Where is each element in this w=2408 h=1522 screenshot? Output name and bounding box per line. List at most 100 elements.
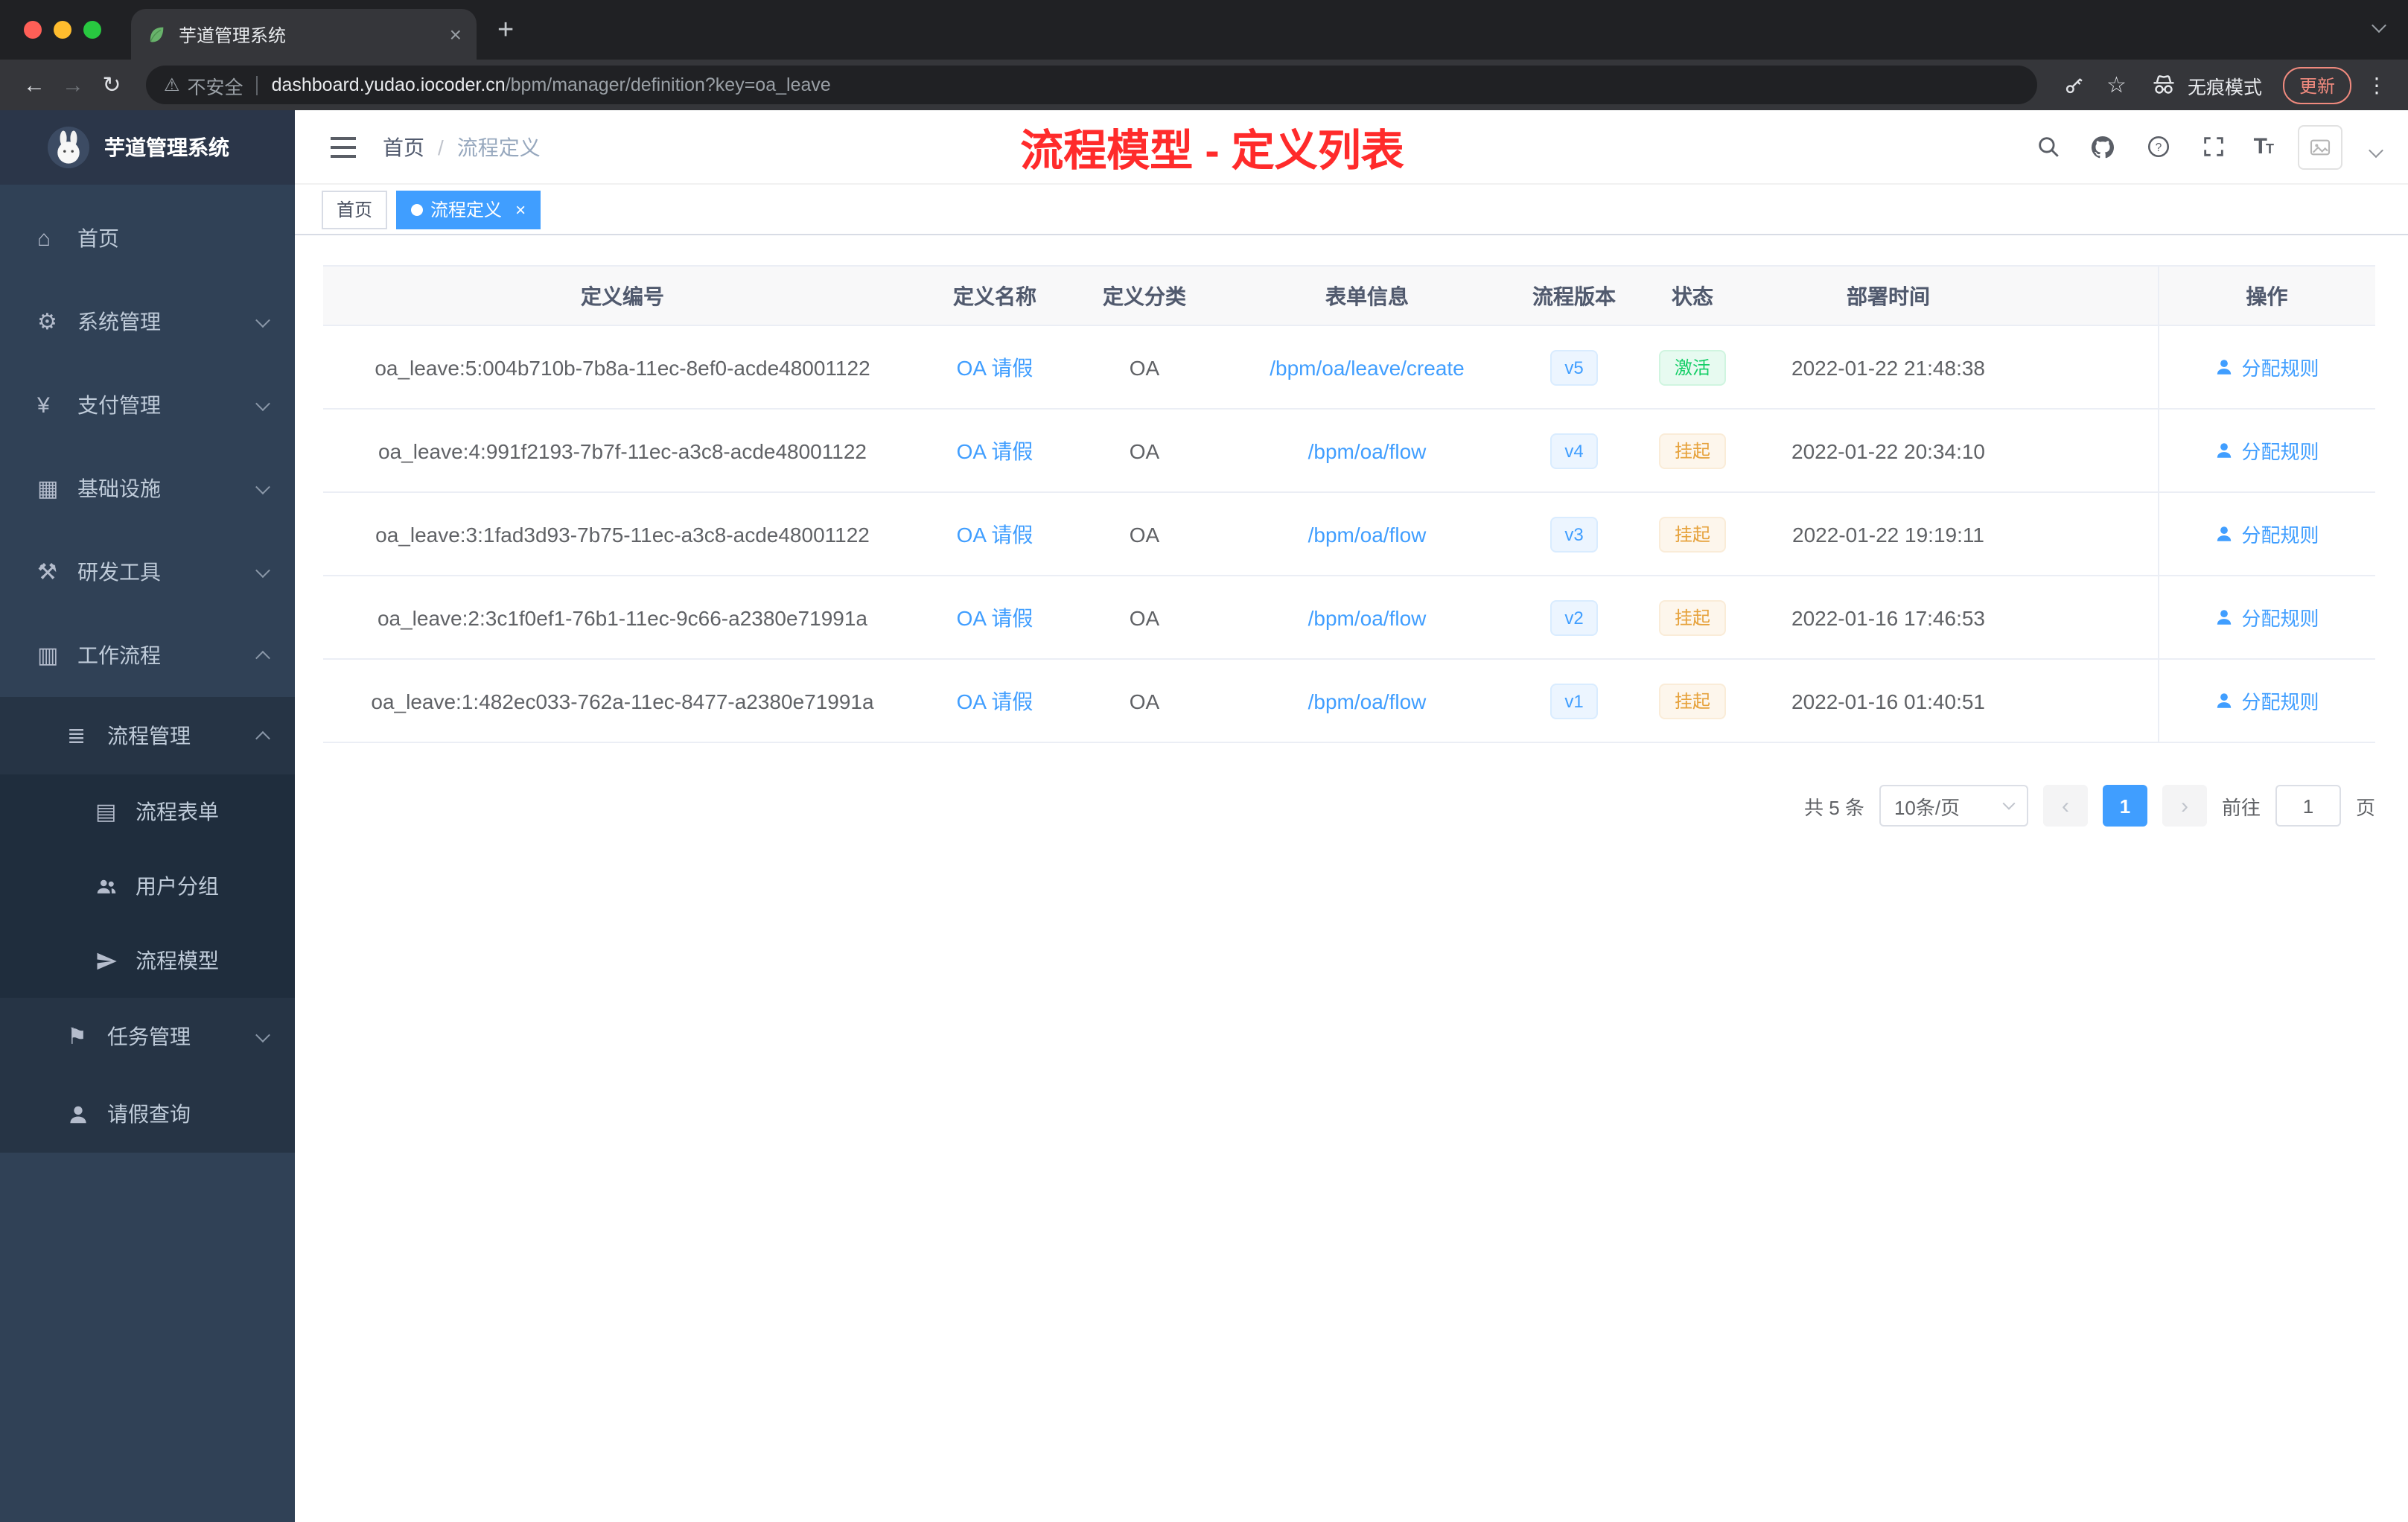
tags-view: 首页 流程定义 × xyxy=(295,185,2408,235)
browser-menu-icon[interactable]: ⋮ xyxy=(2366,72,2387,98)
pagination: 共 5 条 10条/页 ‹ 1 › 前往 页 xyxy=(323,785,2375,827)
sidebar-item-process-management[interactable]: ≣ 流程管理 xyxy=(0,697,295,774)
chevron-down-icon xyxy=(2002,797,2016,810)
sidebar-item-task-management[interactable]: ⚑ 任务管理 xyxy=(0,998,295,1075)
security-label[interactable]: 不安全 xyxy=(188,71,243,99)
column-form: 表单信息 xyxy=(1221,265,1513,326)
assign-rule-button[interactable]: 分配规则 xyxy=(2214,353,2319,381)
breadcrumb-separator: / xyxy=(438,135,444,159)
sidebar-item-home[interactable]: ⌂ 首页 xyxy=(0,197,295,280)
assign-rule-button[interactable]: 分配规则 xyxy=(2214,436,2319,465)
back-button[interactable]: ← xyxy=(15,74,54,96)
tab-search-chevron-icon[interactable] xyxy=(2372,18,2386,34)
cell-id: oa_leave:2:3c1f0ef1-76b1-11ec-9c66-a2380… xyxy=(323,576,922,660)
tag-close-icon[interactable]: × xyxy=(515,200,526,218)
fullscreen-icon[interactable] xyxy=(2199,132,2229,162)
form-link[interactable]: /bpm/oa/leave/create xyxy=(1270,355,1465,379)
sidebar-logo-row[interactable]: 芋道管理系统 xyxy=(0,110,295,185)
avatar[interactable] xyxy=(2298,124,2342,169)
sidebar-menu: ⌂ 首页 ⚙ 系统管理 ¥ 支付管理 ▦ 基础设施 ⚒ 研发工具 ▥ 工作流程 … xyxy=(0,185,295,1153)
navbar-actions: ? TT xyxy=(2033,124,2383,169)
status-badge: 挂起 xyxy=(1659,599,1725,635)
definition-name-link[interactable]: OA 请假 xyxy=(957,439,1033,462)
breadcrumb-current: 流程定义 xyxy=(456,135,541,159)
browser-toolbar: ← → ↻ ⚠ 不安全 dashboard.yudao.iocoder.cn/b… xyxy=(0,60,2408,110)
table-row: oa_leave:3:1fad3d93-7b75-11ec-a3c8-acde4… xyxy=(323,492,2375,576)
sidebar-item-user-group[interactable]: 用户分组 xyxy=(0,849,295,923)
server-icon: ▦ xyxy=(37,477,59,502)
help-icon[interactable]: ? xyxy=(2144,132,2173,162)
version-badge[interactable]: v1 xyxy=(1549,683,1599,719)
assign-rule-button[interactable]: 分配规则 xyxy=(2214,520,2319,548)
window-controls xyxy=(12,21,113,39)
status-badge: 激活 xyxy=(1659,349,1725,385)
assign-rule-button[interactable]: 分配规则 xyxy=(2214,603,2319,631)
column-name: 定义名称 xyxy=(922,265,1068,326)
version-badge[interactable]: v5 xyxy=(1549,349,1599,385)
definition-name-link[interactable]: OA 请假 xyxy=(957,605,1033,629)
bookmark-star-icon[interactable]: ☆ xyxy=(2106,74,2127,96)
avatar-dropdown-icon[interactable] xyxy=(2369,143,2383,159)
current-page-button[interactable]: 1 xyxy=(2102,785,2147,827)
gear-icon: ⚙ xyxy=(37,310,57,335)
font-size-icon[interactable]: TT xyxy=(2254,134,2274,159)
column-id: 定义编号 xyxy=(323,265,922,326)
tab-close-icon[interactable]: × xyxy=(450,24,462,45)
definition-name-link[interactable]: OA 请假 xyxy=(957,689,1033,713)
forward-button[interactable]: → xyxy=(54,74,92,96)
version-badge[interactable]: v3 xyxy=(1549,516,1599,552)
page-annotation: 流程模型 - 定义列表 xyxy=(1020,127,1404,175)
security-warning-icon: ⚠ xyxy=(164,74,180,95)
main-area: 首页 / 流程定义 流程模型 - 定义列表 ? T T 首页 流程定义 × 定义… xyxy=(295,110,2408,1522)
goto-page-input[interactable] xyxy=(2275,785,2341,827)
url-separator xyxy=(256,75,258,95)
form-link[interactable]: /bpm/oa/flow xyxy=(1308,605,1427,629)
page-size-select[interactable]: 10条/页 xyxy=(1879,785,2028,827)
sidebar-item-process-form[interactable]: ▤ 流程表单 xyxy=(0,774,295,849)
tag-home[interactable]: 首页 xyxy=(322,190,388,229)
sidebar-item-devtools[interactable]: ⚒ 研发工具 xyxy=(0,530,295,614)
sidebar-toggle-icon[interactable] xyxy=(331,136,356,157)
sidebar-item-leave-query[interactable]: 请假查询 xyxy=(0,1075,295,1153)
prev-page-button[interactable]: ‹ xyxy=(2042,785,2088,827)
sidebar-item-system[interactable]: ⚙ 系统管理 xyxy=(0,280,295,363)
new-tab-button[interactable]: + xyxy=(497,16,514,44)
assign-rule-button[interactable]: 分配规则 xyxy=(2214,687,2319,715)
sidebar-item-process-model[interactable]: 流程模型 xyxy=(0,923,295,998)
form-link[interactable]: /bpm/oa/flow xyxy=(1308,439,1427,462)
definition-name-link[interactable]: OA 请假 xyxy=(957,355,1033,379)
window-minimize-button[interactable] xyxy=(54,21,71,39)
column-status: 状态 xyxy=(1635,265,1750,326)
version-badge[interactable]: v2 xyxy=(1549,599,1599,635)
breadcrumb-home[interactable]: 首页 xyxy=(383,132,424,162)
sidebar-item-workflow[interactable]: ▥ 工作流程 xyxy=(0,614,295,697)
sidebar-item-infrastructure[interactable]: ▦ 基础设施 xyxy=(0,447,295,530)
address-bar[interactable]: ⚠ 不安全 dashboard.yudao.iocoder.cn/bpm/man… xyxy=(146,66,2037,104)
chevron-down-icon xyxy=(255,479,270,494)
cell-category: OA xyxy=(1068,409,1221,493)
browser-tabstrip: 芋道管理系统 × + xyxy=(0,0,2408,60)
window-close-button[interactable] xyxy=(24,21,42,39)
form-link[interactable]: /bpm/oa/flow xyxy=(1308,689,1427,713)
definition-name-link[interactable]: OA 请假 xyxy=(957,522,1033,546)
url-host: dashboard.yudao.iocoder.cn xyxy=(271,74,506,95)
pagination-total: 共 5 条 xyxy=(1804,796,1864,818)
browser-tab[interactable]: 芋道管理系统 × xyxy=(131,9,477,60)
cell-category: OA xyxy=(1068,492,1221,576)
table-row: oa_leave:1:482ec033-762a-11ec-8477-a2380… xyxy=(323,659,2375,743)
next-page-button[interactable]: › xyxy=(2162,785,2207,827)
form-link[interactable]: /bpm/oa/flow xyxy=(1308,522,1427,546)
sidebar-item-payment[interactable]: ¥ 支付管理 xyxy=(0,363,295,447)
chevron-down-icon xyxy=(255,562,270,578)
search-icon[interactable] xyxy=(2033,132,2063,162)
chevron-down-icon xyxy=(255,395,270,411)
password-key-icon[interactable] xyxy=(2062,73,2086,97)
window-zoom-button[interactable] xyxy=(83,21,101,39)
tools-icon: ⚒ xyxy=(37,560,57,585)
github-icon[interactable] xyxy=(2089,132,2118,162)
chrome-update-button[interactable]: 更新 xyxy=(2282,66,2351,104)
logo-avatar xyxy=(48,127,89,168)
tag-process-definition[interactable]: 流程定义 × xyxy=(396,190,541,229)
version-badge[interactable]: v4 xyxy=(1549,433,1599,468)
reload-button[interactable]: ↻ xyxy=(92,74,131,96)
